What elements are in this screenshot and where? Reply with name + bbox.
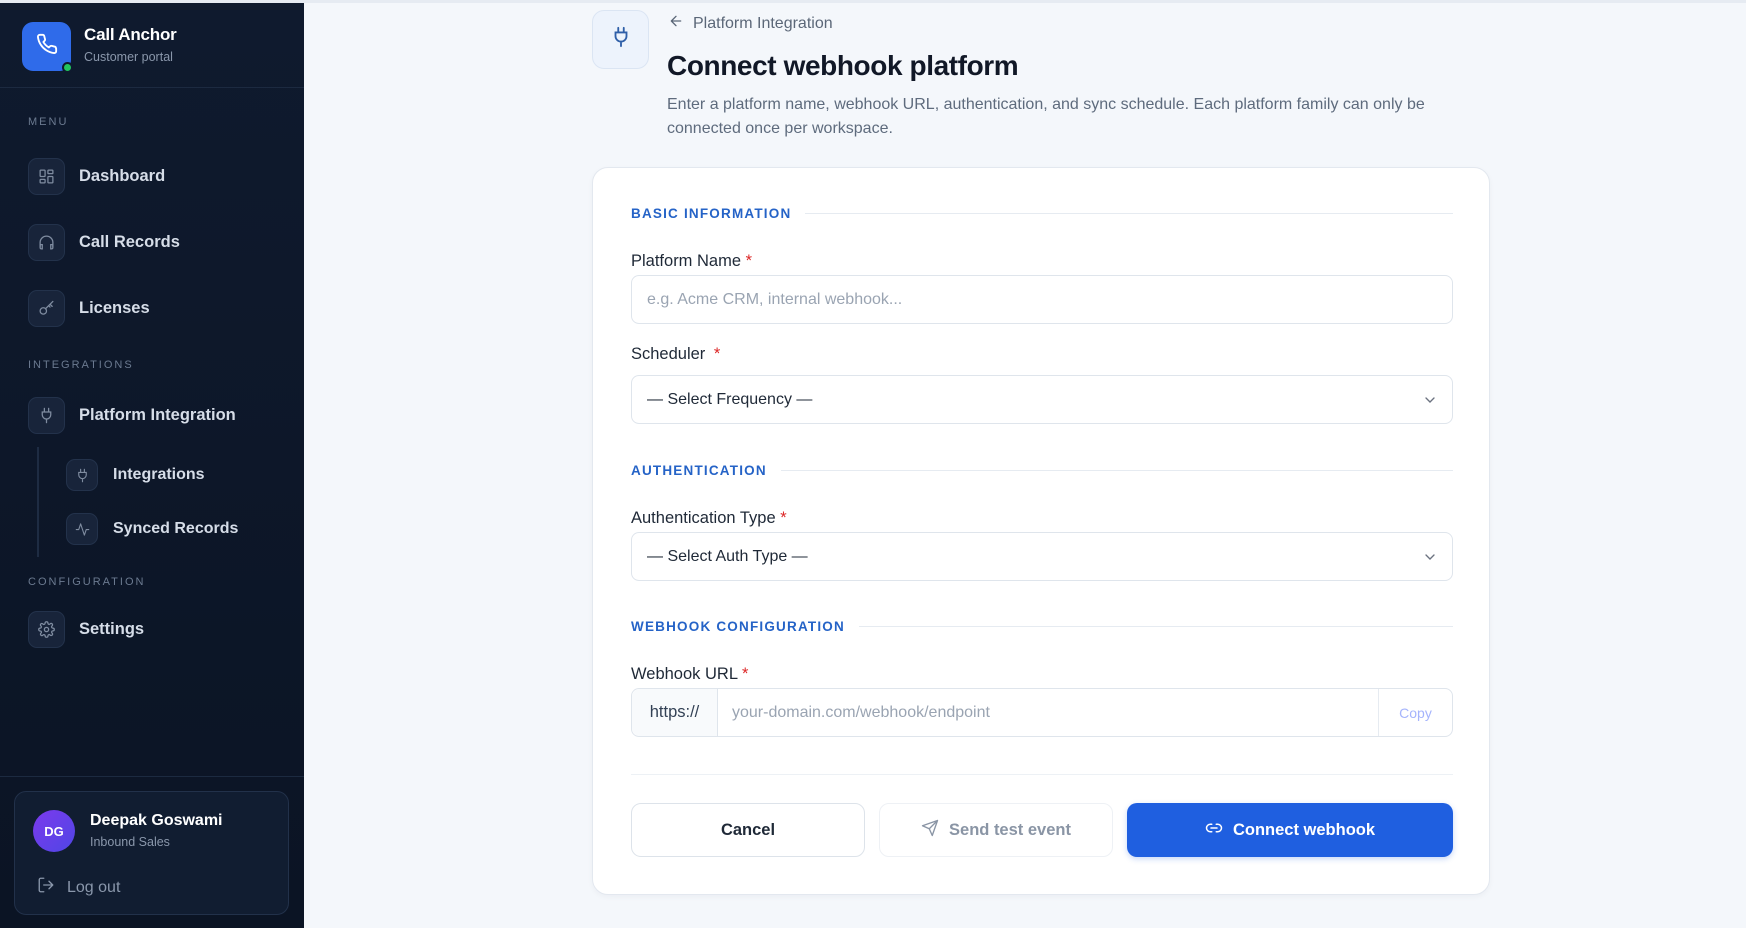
plug-icon xyxy=(610,26,632,53)
sidebar-item-platform-integration[interactable]: Platform Integration xyxy=(28,396,236,434)
plug-icon xyxy=(66,459,98,491)
platform-name-label: Platform Name * xyxy=(631,252,752,271)
field-label-text: Webhook URL xyxy=(631,665,738,683)
send-icon xyxy=(921,819,949,842)
key-icon xyxy=(28,289,65,327)
input-placeholder: e.g. Acme CRM, internal webhook... xyxy=(647,290,903,308)
required-marker: * xyxy=(780,509,787,527)
logout-icon xyxy=(37,876,67,899)
headphones-icon xyxy=(28,223,65,261)
webhook-url-label: Webhook URL * xyxy=(631,665,748,684)
breadcrumb-label: Platform Integration xyxy=(693,14,833,32)
section-heading-webhook: WEBHOOK CONFIGURATION xyxy=(631,619,1453,634)
send-test-event-button[interactable]: Send test event xyxy=(879,803,1113,857)
sidebar-item-call-records[interactable]: Call Records xyxy=(28,223,180,261)
sidebar-item-label: Platform Integration xyxy=(79,405,236,424)
divider xyxy=(805,213,1453,214)
scheduler-select[interactable]: — Select Frequency — xyxy=(631,375,1453,424)
required-marker: * xyxy=(745,252,753,270)
button-label: Send test event xyxy=(949,820,1071,839)
gear-icon xyxy=(28,610,65,648)
platform-name-input[interactable]: e.g. Acme CRM, internal webhook... xyxy=(631,275,1453,324)
select-value: — Select Frequency — xyxy=(647,390,813,408)
sidebar-item-label: Licenses xyxy=(79,298,150,317)
sidebar-item-dashboard[interactable]: Dashboard xyxy=(28,157,165,195)
cancel-button[interactable]: Cancel xyxy=(631,803,865,857)
divider xyxy=(858,626,1453,627)
plug-icon xyxy=(28,396,65,434)
phone-icon xyxy=(36,33,58,60)
field-label-text: Scheduler xyxy=(631,345,706,363)
copy-button[interactable]: Copy xyxy=(1378,689,1452,736)
online-status-dot xyxy=(62,62,73,73)
user-role: Inbound Sales xyxy=(90,835,170,849)
select-value: — Select Auth Type — xyxy=(647,547,808,565)
sidebar-item-label: Call Records xyxy=(79,232,180,251)
user-name: Deepak Goswami xyxy=(90,812,223,829)
divider xyxy=(780,470,1453,471)
grid-icon xyxy=(28,157,65,195)
divider xyxy=(631,774,1453,775)
button-label: Connect webhook xyxy=(1232,820,1376,839)
section-heading-label: AUTHENTICATION xyxy=(631,463,767,478)
page-title: Connect webhook platform xyxy=(667,50,1019,81)
form-card: BASIC INFORMATION Platform Name * e.g. A… xyxy=(592,167,1490,895)
section-label-menu: MENU xyxy=(28,116,69,128)
activity-icon xyxy=(66,513,98,545)
section-heading-label: WEBHOOK CONFIGURATION xyxy=(631,619,845,634)
section-label-configuration: CONFIGURATION xyxy=(28,576,146,588)
arrow-left-icon xyxy=(668,13,693,34)
sidebar-item-integrations[interactable]: Integrations xyxy=(66,456,205,494)
section-heading-label: BASIC INFORMATION xyxy=(631,206,792,221)
sidebar-item-label: Dashboard xyxy=(79,166,166,185)
button-label: Cancel xyxy=(720,820,776,839)
field-label-text: Authentication Type xyxy=(631,509,776,527)
sidebar-item-label: Integrations xyxy=(113,466,205,483)
logout-label: Log out xyxy=(67,878,121,896)
page-header-icon xyxy=(592,10,649,69)
sidebar-item-label: Synced Records xyxy=(113,520,239,537)
sidebar-item-label: Settings xyxy=(79,619,145,638)
sidebar-item-licenses[interactable]: Licenses xyxy=(28,289,150,327)
page-description: Enter a platform name, webhook URL, auth… xyxy=(667,96,1425,137)
section-heading-authentication: AUTHENTICATION xyxy=(631,463,1453,478)
breadcrumb-back-link[interactable]: Platform Integration xyxy=(668,13,833,34)
sidebar-item-settings[interactable]: Settings xyxy=(28,610,144,648)
section-heading-basic: BASIC INFORMATION xyxy=(631,206,1453,221)
connect-webhook-button[interactable]: Connect webhook xyxy=(1127,803,1453,857)
required-marker: * xyxy=(741,665,749,683)
app-name: Call Anchor xyxy=(84,25,177,44)
chevron-down-icon xyxy=(1422,392,1438,413)
section-label-integrations: INTEGRATIONS xyxy=(28,359,134,371)
url-prefix: https:// xyxy=(632,689,718,736)
link-icon xyxy=(1205,819,1233,842)
brand-logo[interactable] xyxy=(22,22,73,73)
webhook-url-field: https:// your-domain.com/webhook/endpoin… xyxy=(631,688,1453,737)
chevron-down-icon xyxy=(1422,549,1438,570)
app-subtitle: Customer portal xyxy=(84,50,173,64)
divider xyxy=(0,776,304,777)
scheduler-label: Scheduler * xyxy=(631,345,720,364)
field-label-text: Platform Name xyxy=(631,252,742,270)
logout-button[interactable]: Log out xyxy=(37,876,120,899)
sidebar-item-synced-records[interactable]: Synced Records xyxy=(66,510,238,548)
brand-header: Call Anchor Customer portal xyxy=(0,3,304,88)
avatar[interactable]: DG xyxy=(33,810,75,852)
user-card: DG Deepak Goswami Inbound Sales Log out xyxy=(14,791,289,915)
submenu-guide-line xyxy=(37,447,39,557)
sidebar: Call Anchor Customer portal MENU Dashboa… xyxy=(0,3,304,928)
auth-type-label: Authentication Type * xyxy=(631,509,787,528)
webhook-url-input[interactable]: your-domain.com/webhook/endpoint xyxy=(718,704,1378,722)
auth-type-select[interactable]: — Select Auth Type — xyxy=(631,532,1453,581)
required-marker: * xyxy=(713,345,721,363)
